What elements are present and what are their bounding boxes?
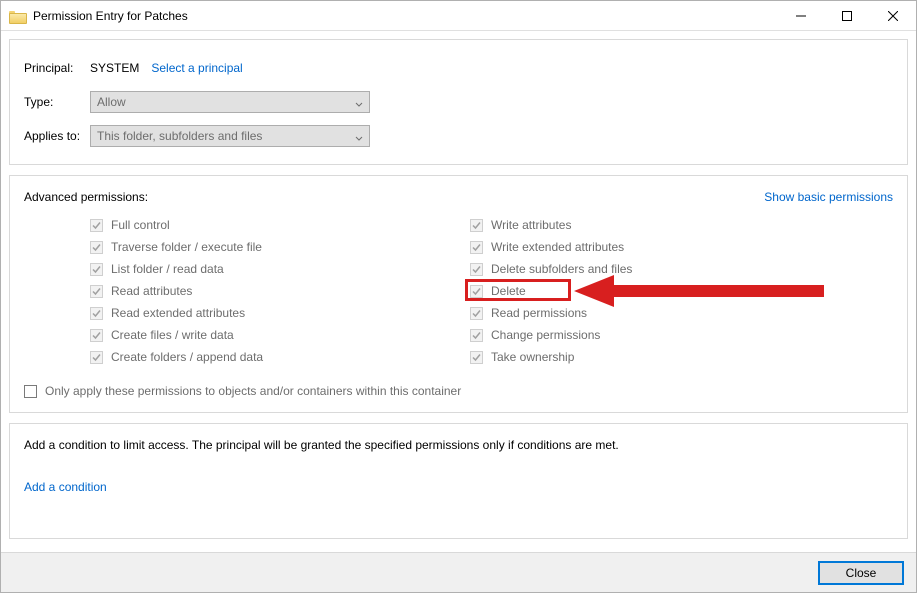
- perm-list-folder[interactable]: List folder / read data: [90, 258, 450, 280]
- checkbox-checked-icon: [90, 263, 103, 276]
- close-icon: [888, 11, 898, 21]
- only-apply-label: Only apply these permissions to objects …: [45, 384, 461, 398]
- checkbox-unchecked-icon: [24, 385, 37, 398]
- applies-dropdown-value: This folder, subfolders and files: [97, 129, 262, 143]
- permissions-column-2: Write attributes Write extended attribut…: [470, 214, 830, 368]
- perm-delete[interactable]: Delete: [470, 280, 830, 302]
- maximize-icon: [842, 11, 852, 21]
- close-button-label: Close: [846, 566, 877, 580]
- perm-label: Full control: [111, 218, 170, 232]
- principal-value: SYSTEM: [90, 61, 139, 75]
- arrow-annotation: [574, 283, 834, 299]
- perm-create-folders[interactable]: Create folders / append data: [90, 346, 450, 368]
- perm-write-attributes[interactable]: Write attributes: [470, 214, 830, 236]
- maximize-button[interactable]: [824, 1, 870, 30]
- minimize-button[interactable]: [778, 1, 824, 30]
- title-bar: Permission Entry for Patches: [1, 1, 916, 31]
- window-title: Permission Entry for Patches: [33, 9, 188, 23]
- perm-label: Delete subfolders and files: [491, 262, 632, 276]
- perm-label: Read permissions: [491, 306, 587, 320]
- checkbox-checked-icon: [470, 241, 483, 254]
- close-button[interactable]: Close: [818, 561, 904, 585]
- show-basic-permissions-link[interactable]: Show basic permissions: [764, 190, 893, 204]
- applies-label: Applies to:: [24, 129, 90, 143]
- principal-label: Principal:: [24, 61, 90, 75]
- perm-label: Delete: [491, 284, 526, 298]
- perm-change-permissions[interactable]: Change permissions: [470, 324, 830, 346]
- perm-delete-subfolders[interactable]: Delete subfolders and files: [470, 258, 830, 280]
- perm-create-files[interactable]: Create files / write data: [90, 324, 450, 346]
- select-principal-link[interactable]: Select a principal: [151, 61, 242, 75]
- perm-label: Traverse folder / execute file: [111, 240, 262, 254]
- perm-label: List folder / read data: [111, 262, 224, 276]
- checkbox-checked-icon: [470, 307, 483, 320]
- conditions-text: Add a condition to limit access. The pri…: [24, 438, 893, 452]
- perm-read-permissions[interactable]: Read permissions: [470, 302, 830, 324]
- perm-read-attributes[interactable]: Read attributes: [90, 280, 450, 302]
- type-row: Type: Allow: [24, 88, 893, 116]
- perm-label: Read attributes: [111, 284, 192, 298]
- checkbox-checked-icon: [90, 329, 103, 342]
- perm-label: Create folders / append data: [111, 350, 263, 364]
- checkbox-checked-icon: [470, 219, 483, 232]
- perm-label: Read extended attributes: [111, 306, 245, 320]
- perm-label: Write attributes: [491, 218, 571, 232]
- perm-label: Create files / write data: [111, 328, 234, 342]
- checkbox-checked-icon: [470, 285, 483, 298]
- checkbox-checked-icon: [470, 263, 483, 276]
- advanced-permissions-panel: Advanced permissions: Show basic permiss…: [9, 175, 908, 413]
- chevron-down-icon: [355, 98, 363, 106]
- checkbox-checked-icon: [470, 351, 483, 364]
- close-window-button[interactable]: [870, 1, 916, 30]
- perm-read-extended-attributes[interactable]: Read extended attributes: [90, 302, 450, 324]
- type-dropdown[interactable]: Allow: [90, 91, 370, 113]
- applies-row: Applies to: This folder, subfolders and …: [24, 122, 893, 150]
- principal-panel: Principal: SYSTEM Select a principal Typ…: [9, 39, 908, 165]
- checkbox-checked-icon: [90, 285, 103, 298]
- folder-icon: [9, 9, 25, 22]
- perm-write-extended-attributes[interactable]: Write extended attributes: [470, 236, 830, 258]
- checkbox-checked-icon: [470, 329, 483, 342]
- window-controls: [778, 1, 916, 30]
- applies-dropdown[interactable]: This folder, subfolders and files: [90, 125, 370, 147]
- checkbox-checked-icon: [90, 351, 103, 364]
- perm-full-control[interactable]: Full control: [90, 214, 450, 236]
- perm-label: Change permissions: [491, 328, 600, 342]
- checkbox-checked-icon: [90, 241, 103, 254]
- type-dropdown-value: Allow: [97, 95, 126, 109]
- perm-label: Take ownership: [491, 350, 574, 364]
- perm-label: Write extended attributes: [491, 240, 624, 254]
- conditions-panel: Add a condition to limit access. The pri…: [9, 423, 908, 539]
- chevron-down-icon: [355, 132, 363, 140]
- checkbox-checked-icon: [90, 307, 103, 320]
- only-apply-row[interactable]: Only apply these permissions to objects …: [24, 384, 893, 398]
- perm-traverse-folder[interactable]: Traverse folder / execute file: [90, 236, 450, 258]
- perm-take-ownership[interactable]: Take ownership: [470, 346, 830, 368]
- principal-row: Principal: SYSTEM Select a principal: [24, 54, 893, 82]
- type-label: Type:: [24, 95, 90, 109]
- permissions-column-1: Full control Traverse folder / execute f…: [90, 214, 450, 368]
- checkbox-checked-icon: [90, 219, 103, 232]
- minimize-icon: [796, 11, 806, 21]
- button-bar: Close: [1, 552, 916, 592]
- advanced-permissions-title: Advanced permissions:: [24, 190, 148, 204]
- add-condition-link[interactable]: Add a condition: [24, 480, 107, 494]
